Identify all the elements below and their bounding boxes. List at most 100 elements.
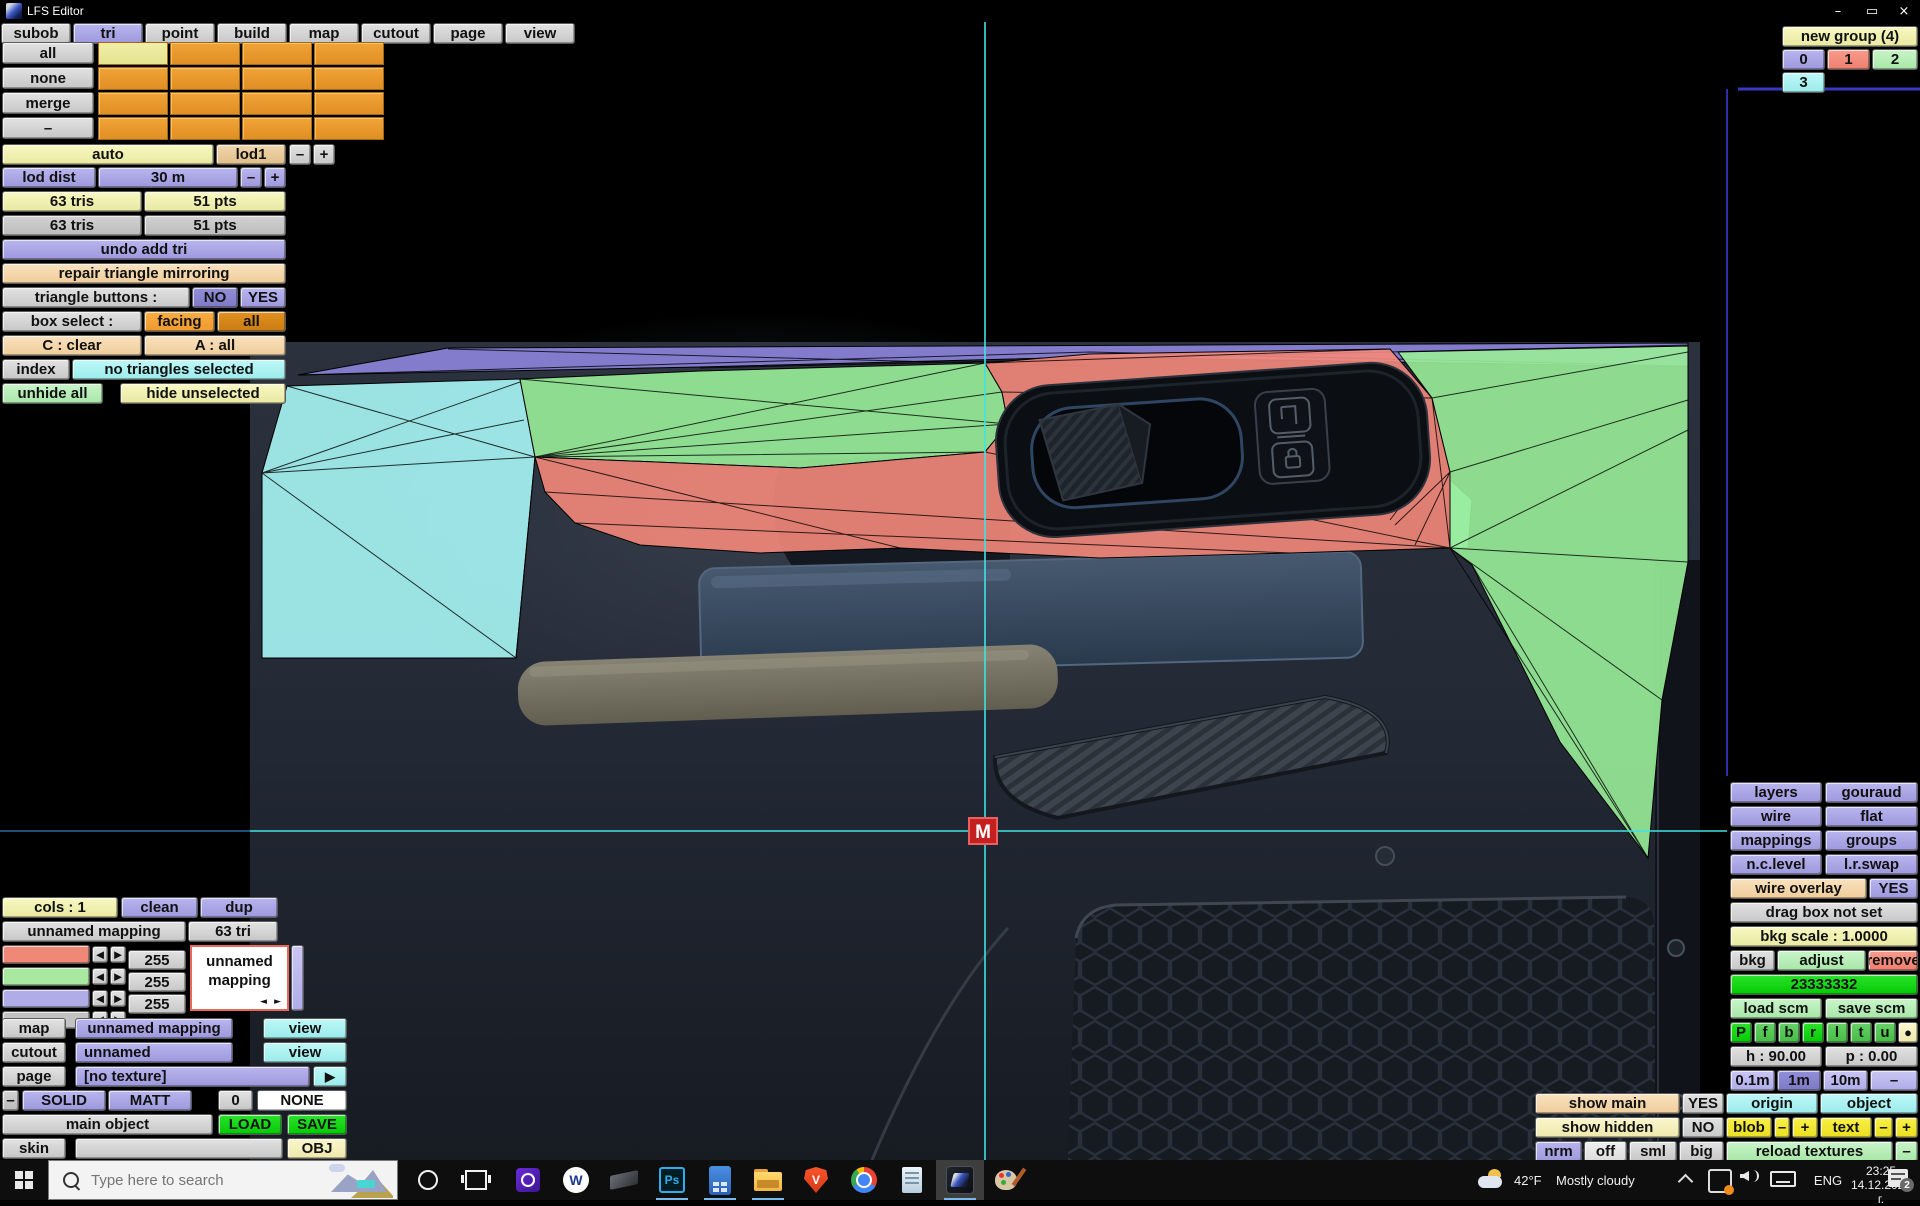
view-left-button[interactable]: l — [1826, 1022, 1848, 1043]
lod1-button[interactable]: lod1 — [216, 144, 286, 165]
zero-button[interactable]: 0 — [218, 1090, 253, 1111]
tab-cutout[interactable]: cutout — [361, 23, 431, 44]
wire-overlay-yes[interactable]: YES — [1869, 878, 1918, 899]
blob-plus-button[interactable]: + — [1792, 1117, 1818, 1138]
map-value[interactable]: unnamed mapping — [75, 1018, 233, 1039]
green-channel-bar[interactable] — [2, 967, 90, 986]
text-plus-button[interactable]: + — [1895, 1117, 1918, 1138]
view-top-button[interactable]: t — [1850, 1022, 1872, 1043]
load-scm-button[interactable]: load scm — [1730, 998, 1822, 1019]
view-under-button[interactable]: u — [1874, 1022, 1896, 1043]
mapping-box-steppers[interactable]: ◄ ► — [260, 997, 283, 1007]
taskbar-search[interactable] — [48, 1160, 398, 1200]
select-all-tris-button[interactable]: A : all — [144, 335, 286, 356]
tray-app-icon[interactable] — [1708, 1169, 1732, 1193]
task-view-icon[interactable] — [452, 1160, 500, 1200]
wire-button[interactable]: wire — [1730, 806, 1822, 827]
mappings-button[interactable]: mappings — [1730, 830, 1822, 851]
minus-button[interactable]: – — [2, 117, 94, 139]
mapping-name-input[interactable]: unnamed mapping ◄ ► — [190, 945, 289, 1011]
swatch[interactable] — [242, 92, 312, 115]
group-1-button[interactable]: 1 — [1827, 49, 1870, 70]
shader-minus-button[interactable]: – — [2, 1090, 19, 1111]
red-channel-bar[interactable] — [2, 945, 90, 964]
lod-dist-plus[interactable]: + — [264, 167, 286, 188]
lod-dist-minus[interactable]: – — [240, 167, 262, 188]
cutout-value[interactable]: unnamed — [75, 1042, 233, 1063]
view-right-button[interactable]: r — [1802, 1022, 1824, 1043]
view-dot-button[interactable]: ● — [1898, 1022, 1918, 1043]
show-main-yes[interactable]: YES — [1682, 1093, 1724, 1114]
swatch[interactable] — [314, 92, 384, 115]
red-step-left[interactable]: ◄ — [92, 946, 108, 963]
select-all-button[interactable]: all — [2, 42, 94, 64]
page-texture-value[interactable]: [no texture] — [75, 1066, 310, 1087]
clean-button[interactable]: clean — [121, 897, 198, 918]
green-step-left[interactable]: ◄ — [92, 968, 108, 985]
map-view-button[interactable]: view — [263, 1018, 347, 1039]
red-value[interactable]: 255 — [128, 950, 186, 970]
cortana-icon[interactable] — [404, 1160, 452, 1200]
file-explorer-icon[interactable] — [744, 1160, 792, 1200]
close-button[interactable]: × — [1888, 0, 1920, 22]
nrm-big-button[interactable]: big — [1679, 1141, 1724, 1162]
swatch[interactable] — [170, 42, 240, 65]
swatch[interactable] — [170, 92, 240, 115]
lr-swap-button[interactable]: l.r.swap — [1825, 854, 1918, 875]
blue-step-left[interactable]: ◄ — [92, 990, 108, 1007]
undo-add-tri-button[interactable]: undo add tri — [2, 239, 286, 260]
minimize-button[interactable]: – — [1822, 0, 1854, 22]
lod-dist-value[interactable]: 30 m — [98, 167, 238, 188]
view-front-button[interactable]: f — [1754, 1022, 1776, 1043]
weather-condition[interactable]: Mostly cloudy — [1556, 1160, 1635, 1200]
lod-plus-button[interactable]: + — [313, 144, 335, 165]
show-main-label[interactable]: show main — [1535, 1093, 1680, 1114]
hidden-icons-chevron[interactable] — [1680, 1172, 1691, 1187]
object-button[interactable]: object — [1820, 1093, 1918, 1114]
grid-1m-button[interactable]: 1m — [1777, 1070, 1821, 1091]
nrm-off-button[interactable]: off — [1584, 1141, 1627, 1162]
notification-icon[interactable]: 2 — [1888, 1169, 1908, 1187]
chrome-icon[interactable] — [840, 1160, 888, 1200]
layers-button[interactable]: layers — [1730, 782, 1822, 803]
new-group-button[interactable]: new group (4) — [1782, 26, 1918, 47]
swatch[interactable] — [98, 117, 168, 140]
tab-point[interactable]: point — [145, 23, 215, 44]
swatch[interactable] — [242, 117, 312, 140]
swatch[interactable] — [170, 117, 240, 140]
photoshop-icon[interactable]: Ps — [648, 1160, 696, 1200]
show-hidden-no[interactable]: NO — [1682, 1117, 1724, 1138]
gouraud-button[interactable]: gouraud — [1825, 782, 1918, 803]
bkg-remove-button[interactable]: remove — [1868, 950, 1918, 971]
clear-selection-button[interactable]: C : clear — [2, 335, 142, 356]
group-0-button[interactable]: 0 — [1782, 49, 1825, 70]
save-scm-button[interactable]: save scm — [1825, 998, 1918, 1019]
view-plan-button[interactable]: P — [1730, 1022, 1752, 1043]
lod-minus-button[interactable]: – — [289, 144, 311, 165]
repair-mirroring-button[interactable]: repair triangle mirroring — [2, 263, 286, 284]
search-input[interactable] — [89, 1171, 323, 1190]
blue-value[interactable]: 255 — [128, 994, 186, 1014]
reload-minus-button[interactable]: – — [1895, 1141, 1918, 1162]
bkg-scale-value[interactable]: bkg scale : 1.0000 — [1730, 926, 1918, 947]
triangle-buttons-no[interactable]: NO — [192, 287, 238, 308]
bkg-adjust-button[interactable]: adjust — [1777, 950, 1866, 971]
start-button[interactable] — [0, 1160, 48, 1200]
green-step-right[interactable]: ► — [110, 968, 126, 985]
page-next-button[interactable]: ▶ — [313, 1066, 347, 1087]
solid-button[interactable]: SOLID — [22, 1090, 106, 1111]
dup-button[interactable]: dup — [200, 897, 278, 918]
keyboard-app-icon[interactable] — [600, 1160, 648, 1200]
green-value[interactable]: 255 — [128, 972, 186, 992]
heading-value[interactable]: h : 90.00 — [1730, 1046, 1822, 1067]
bkg-button[interactable]: bkg — [1730, 950, 1775, 971]
grid-0-1m-button[interactable]: 0.1m — [1730, 1070, 1775, 1091]
blue-channel-bar[interactable] — [2, 989, 90, 1008]
tab-subob[interactable]: subob — [1, 23, 71, 44]
show-hidden-label[interactable]: show hidden — [1535, 1117, 1680, 1138]
index-button[interactable]: index — [2, 359, 70, 380]
flat-button[interactable]: flat — [1825, 806, 1918, 827]
tab-page[interactable]: page — [433, 23, 503, 44]
box-select-all[interactable]: all — [217, 311, 286, 332]
cols-button[interactable]: cols : 1 — [2, 897, 118, 918]
